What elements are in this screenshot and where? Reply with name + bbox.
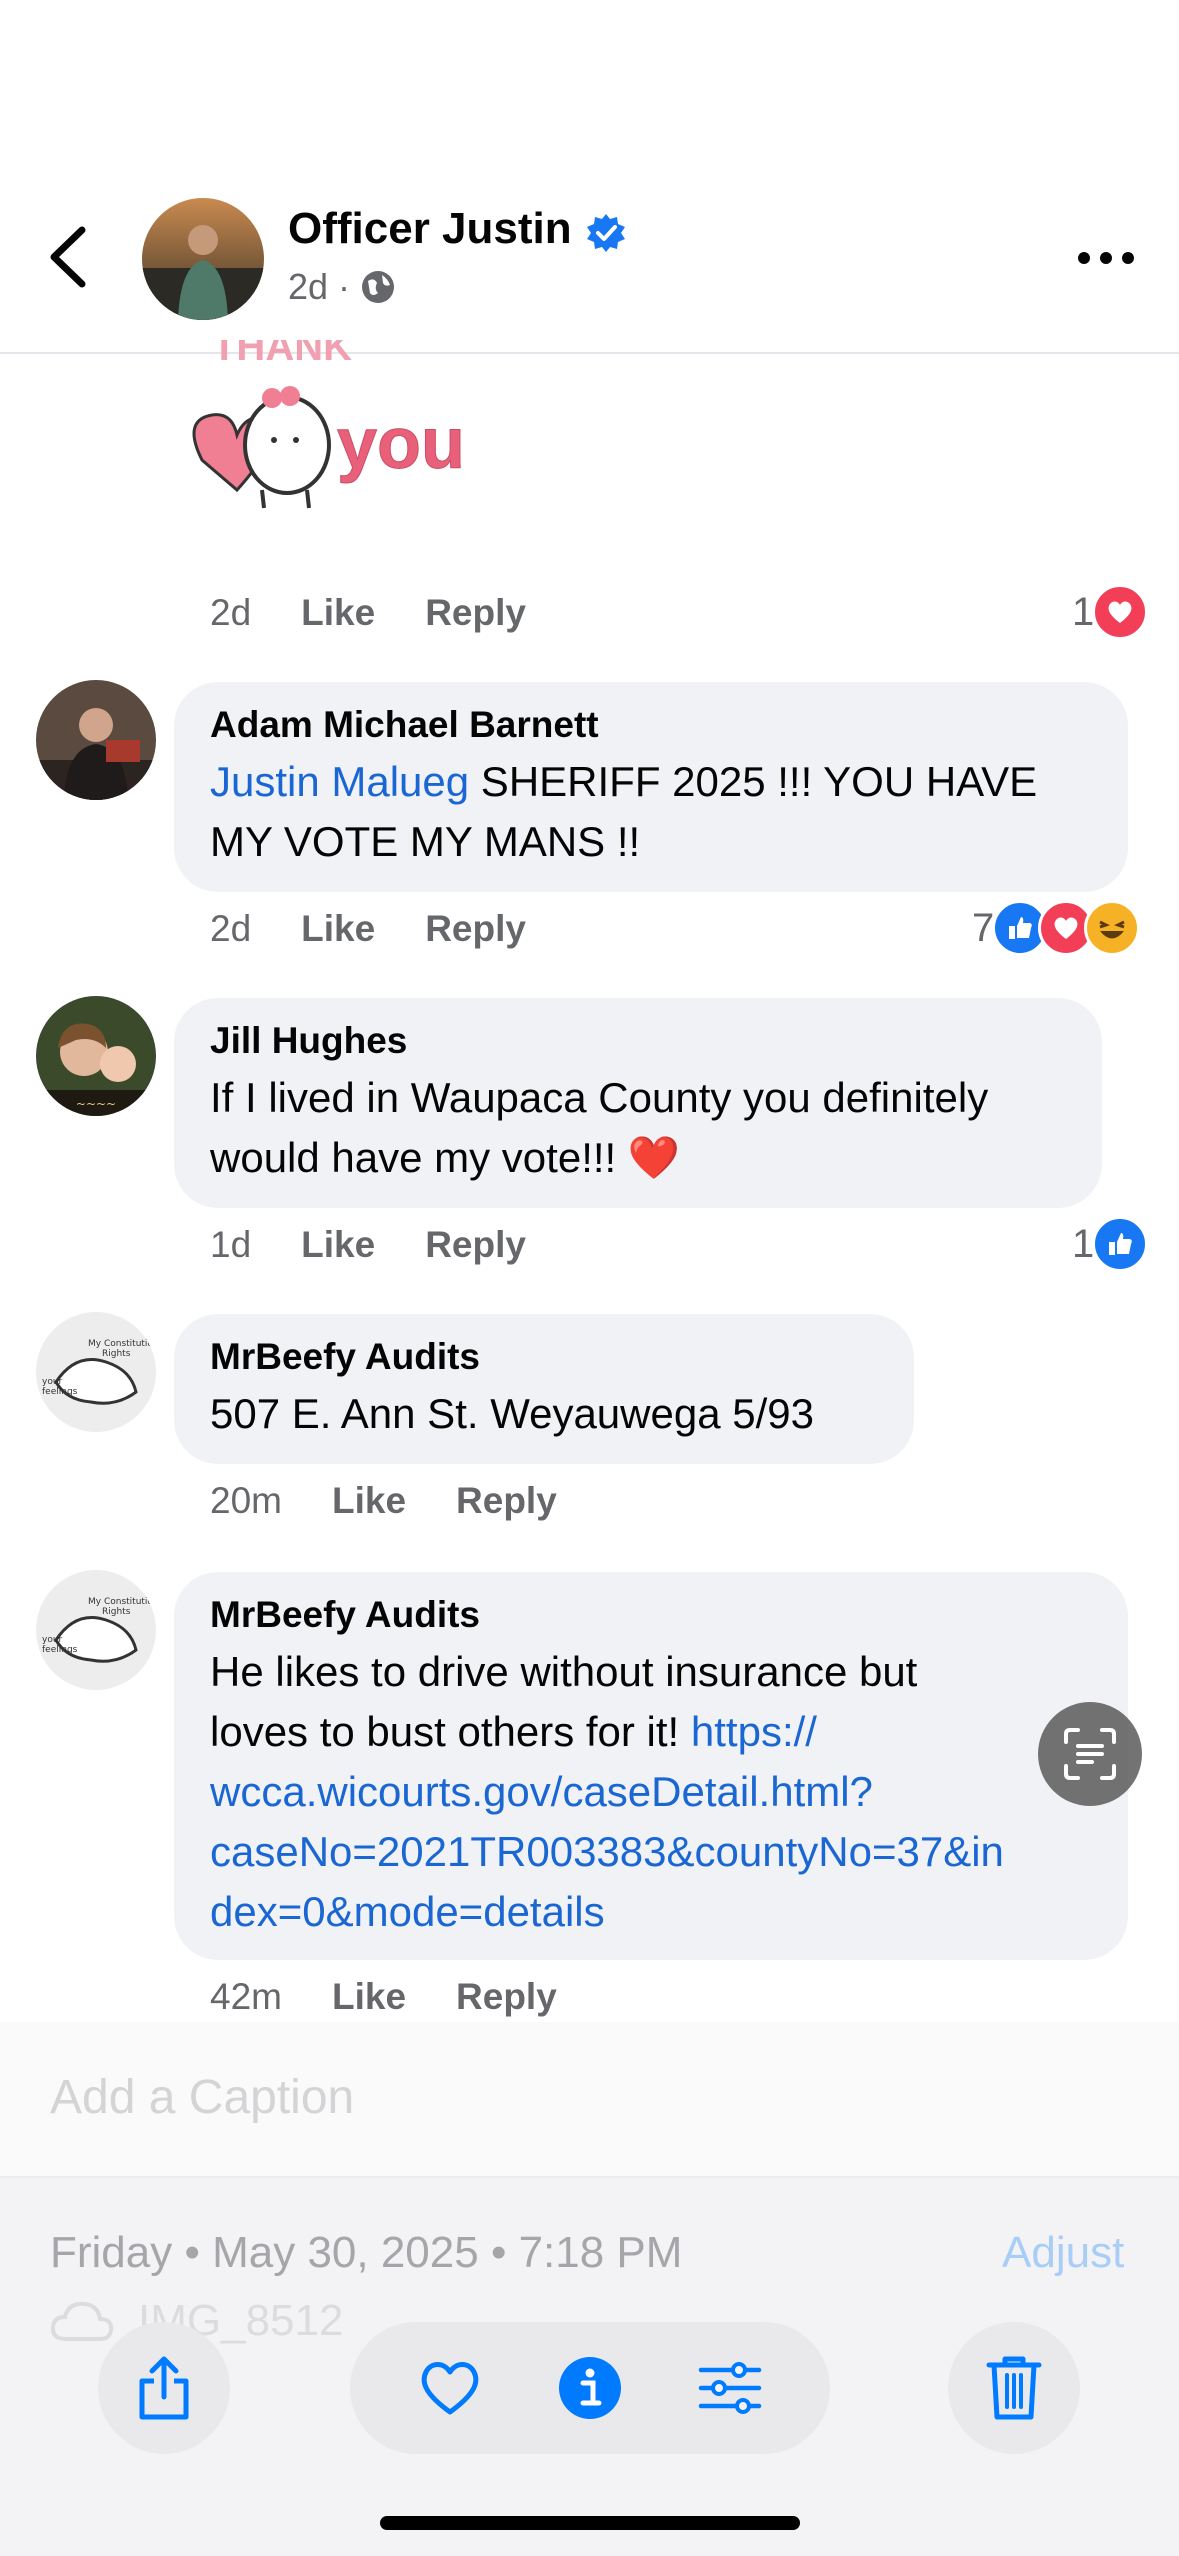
svg-text:THANK: THANK (212, 340, 352, 369)
comment-bubble[interactable]: Adam Michael Barnett Justin Malueg SHERI… (174, 682, 1128, 892)
svg-text:Rights: Rights (102, 1349, 131, 1359)
commenter-avatar[interactable] (36, 680, 156, 800)
reply-button[interactable]: Reply (456, 1480, 557, 1522)
svg-text:feelings: feelings (42, 1387, 78, 1397)
share-button[interactable] (98, 2322, 230, 2454)
comment-time: 2d (210, 592, 252, 633)
reaction-summary-0[interactable]: 1 (1072, 584, 1149, 640)
chevron-left-icon[interactable] (42, 222, 102, 292)
like-button[interactable]: Like (301, 908, 375, 950)
share-icon (139, 2356, 189, 2420)
reaction-summary-1[interactable]: 7 (972, 900, 1141, 956)
reply-button[interactable]: Reply (456, 1976, 557, 2018)
comment-author[interactable]: Jill Hughes (210, 1020, 1066, 1062)
like-button[interactable]: Like (301, 592, 375, 634)
svg-text:~~~~: ~~~~ (76, 1097, 116, 1111)
svg-text:My Constitutional: My Constitutional (88, 1339, 156, 1349)
verified-badge-icon (587, 214, 625, 252)
heart-icon[interactable] (417, 2358, 483, 2418)
commenter-avatar[interactable]: ~~~~ (36, 996, 156, 1116)
meta-dot: · (338, 266, 351, 307)
post-meta: 2d · (288, 266, 396, 308)
comment-actions-3: 20m Like Reply (210, 1480, 607, 1522)
comment-author[interactable]: Adam Michael Barnett (210, 704, 1092, 746)
comment-actions-0: 2d Like Reply (210, 592, 576, 634)
comment-bubble[interactable]: MrBeefy Audits 507 E. Ann St. Weyauwega … (174, 1314, 914, 1464)
commenter-avatar[interactable]: My Constitutional Rights your feelings (36, 1312, 156, 1432)
delete-button[interactable] (948, 2322, 1080, 2454)
svg-text:your: your (42, 1635, 63, 1645)
reaction-count: 7 (972, 905, 995, 950)
svg-text:My Constitutional: My Constitutional (88, 1597, 156, 1607)
svg-text:your: your (42, 1377, 63, 1387)
sliders-icon[interactable] (697, 2360, 763, 2416)
comment-actions-4: 42m Like Reply (210, 1976, 607, 2018)
comment-text: If I lived in Waupaca County you definit… (210, 1074, 989, 1181)
reaction-count: 1 (1072, 589, 1095, 634)
photo-actions-group (350, 2322, 830, 2454)
comment-actions-2: 1d Like Reply (210, 1224, 576, 1266)
comment-text: Justin Malueg SHERIFF 2025 !!! YOU HAVE … (210, 758, 1038, 865)
author-avatar[interactable] (142, 198, 264, 320)
icloud-icon (50, 2301, 114, 2341)
comment-bubble[interactable]: MrBeefy Audits He likes to drive without… (174, 1572, 1128, 1960)
case-link[interactable]: caseNo=2021TR003383&countyNo=37&in (210, 1828, 1004, 1875)
caption-input[interactable]: Add a Caption (50, 2070, 354, 2125)
svg-text:feelings: feelings (42, 1645, 78, 1655)
globe-icon (362, 271, 395, 303)
reaction-summary-2[interactable]: 1 (1072, 1216, 1149, 1272)
haha-reaction-icon (1084, 900, 1141, 956)
trash-icon (986, 2356, 1042, 2420)
mention-link[interactable]: Justin Malueg (210, 758, 469, 805)
like-button[interactable]: Like (332, 1976, 406, 2018)
comment-text: 507 E. Ann St. Weyauwega 5/93 (210, 1390, 814, 1437)
home-indicator[interactable] (380, 2516, 800, 2530)
commenter-avatar[interactable]: My Constitutional Rights your feelings (36, 1570, 156, 1690)
case-link[interactable]: https:// (691, 1708, 817, 1755)
like-button[interactable]: Like (332, 1480, 406, 1522)
comment-bubble[interactable]: Jill Hughes If I lived in Waupaca County… (174, 998, 1102, 1208)
comment-author[interactable]: MrBeefy Audits (210, 1336, 878, 1378)
comment-time: 2d (210, 908, 252, 949)
comment-time: 42m (210, 1976, 282, 2017)
info-icon[interactable] (557, 2355, 623, 2421)
adjust-date-button[interactable]: Adjust (1002, 2228, 1124, 2278)
photo-date: Friday • May 30, 2025 • 7:18 PM (50, 2228, 683, 2277)
love-sticker: THANK you (192, 340, 466, 509)
like-button[interactable]: Like (301, 1224, 375, 1266)
ellipsis-icon[interactable] (1076, 244, 1136, 272)
reply-button[interactable]: Reply (425, 908, 526, 950)
comment-author[interactable]: MrBeefy Audits (210, 1594, 1092, 1636)
case-link[interactable]: wcca.wicourts.gov/caseDetail.html? (210, 1768, 873, 1815)
reply-button[interactable]: Reply (425, 1224, 526, 1266)
like-reaction-icon (1092, 1216, 1149, 1272)
love-reaction-icon (1092, 584, 1149, 640)
live-text-icon[interactable] (1038, 1702, 1142, 1806)
post-header: Officer Justin 2d · (0, 0, 1179, 354)
post-time: 2d (288, 266, 329, 307)
reaction-count: 1 (1072, 1221, 1095, 1266)
case-link[interactable]: dex=0&mode=details (210, 1888, 605, 1935)
reply-button[interactable]: Reply (425, 592, 526, 634)
sticker-text: you (337, 404, 465, 484)
comment-text: He likes to drive without insurance but … (210, 1648, 1004, 1935)
comment-time: 1d (210, 1224, 252, 1265)
comment-time: 20m (210, 1480, 282, 1521)
svg-text:Rights: Rights (102, 1607, 131, 1617)
author-name[interactable]: Officer Justin (288, 204, 572, 254)
comment-actions-1: 2d Like Reply (210, 908, 576, 950)
